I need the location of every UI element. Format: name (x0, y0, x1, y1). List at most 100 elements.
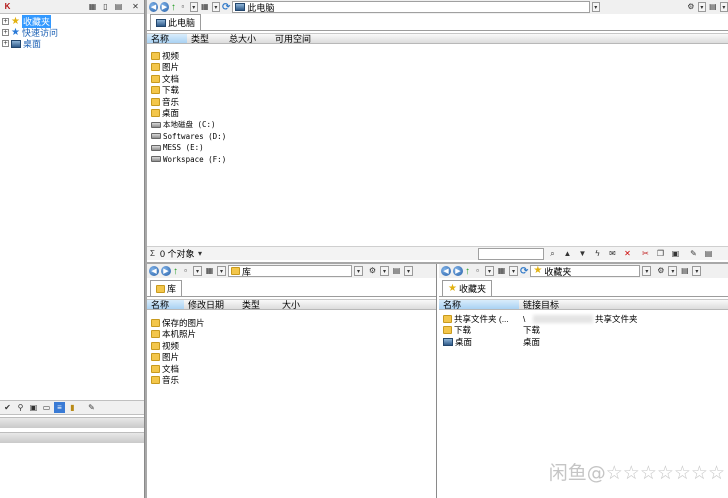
layout-icon[interactable]: ▤ (679, 266, 690, 277)
list-item[interactable]: Workspace (F:) (151, 154, 226, 166)
chevron-down-icon[interactable]: ▾ (380, 266, 389, 276)
address-dropdown[interactable]: ▾ (354, 266, 363, 276)
forward-icon[interactable]: ▶ (161, 266, 171, 276)
folder-history-icon[interactable]: ▫ (178, 2, 188, 13)
chevron-down-icon[interactable]: ▾ (217, 266, 226, 276)
chevron-down-icon[interactable]: ▾ (193, 266, 202, 276)
filter-input[interactable] (478, 248, 544, 260)
expand-icon[interactable]: + (2, 18, 9, 25)
column-name[interactable]: 名称 (147, 300, 184, 310)
column-link-target[interactable]: 链接目标 (519, 298, 599, 311)
chevron-down-icon[interactable]: ▾ (485, 266, 494, 276)
chevron-down-icon[interactable]: ▾ (697, 2, 706, 12)
column-type[interactable]: 类型 (187, 32, 225, 45)
chevron-down-icon[interactable]: ▾ (404, 266, 413, 276)
filter-icon[interactable]: ⚙ (686, 2, 696, 13)
list-item[interactable]: 本地磁盘 (C:) (151, 119, 226, 131)
chevron-down-icon[interactable]: ▾ (211, 2, 220, 12)
delete-icon[interactable]: ✕ (622, 248, 633, 259)
list-item[interactable]: 桌面 (151, 108, 226, 120)
list-item[interactable]: 下载 下载 (443, 325, 723, 337)
refresh-icon[interactable]: ⟳ (222, 2, 230, 13)
arrow-down-icon[interactable]: ▼ (577, 248, 588, 259)
layout-icon[interactable]: ▤ (708, 2, 718, 13)
vertical-splitter[interactable] (145, 0, 147, 498)
arrow-up-icon[interactable]: ▲ (562, 248, 573, 259)
view-mode-icon[interactable]: ▦ (204, 266, 215, 277)
mail-icon[interactable]: ✉ (607, 248, 618, 259)
chevron-down-icon[interactable]: ▾ (668, 266, 678, 276)
list-item[interactable]: 图片 (151, 62, 226, 74)
view-mode-icon[interactable]: ▦ (496, 266, 507, 277)
new-file-icon[interactable]: ▯ (100, 1, 111, 12)
close-icon[interactable]: ✕ (130, 1, 141, 12)
paste-icon[interactable]: ▣ (670, 248, 681, 259)
column-name[interactable]: 名称 (439, 300, 519, 310)
list-view-icon[interactable]: ≡ (54, 402, 65, 413)
address-bar[interactable]: 此电脑 (232, 1, 590, 13)
filter-icon[interactable]: ⚙ (367, 266, 378, 277)
chevron-down-icon[interactable]: ▾ (189, 2, 198, 12)
list-item[interactable]: Softwares (D:) (151, 131, 226, 143)
lightning-icon[interactable]: ϟ (592, 248, 603, 259)
list-item[interactable]: 音乐 (151, 96, 226, 108)
layout-icon[interactable]: ▤ (391, 266, 402, 277)
up-icon[interactable]: ↑ (465, 266, 470, 277)
tab-this-pc[interactable]: 此电脑 (150, 14, 202, 30)
cut-icon[interactable]: ✂ (640, 248, 651, 259)
copy-icon[interactable]: ❐ (655, 248, 666, 259)
list-item[interactable]: 视频 (151, 50, 226, 62)
list-item[interactable]: 桌面 桌面 (443, 336, 723, 348)
list-item[interactable]: 下载 (151, 85, 226, 97)
column-free-space[interactable]: 可用空间 (271, 32, 321, 45)
filter-icon[interactable]: ⚙ (655, 266, 666, 277)
chevron-down-icon[interactable]: ▾ (692, 266, 702, 276)
search-icon[interactable]: ⚲ (15, 402, 26, 413)
tab-library[interactable]: 库 (150, 280, 183, 296)
check-icon[interactable]: ✔ (2, 402, 13, 413)
menu-icon[interactable]: ▤ (703, 248, 714, 259)
forward-icon[interactable]: ▶ (453, 266, 463, 276)
tab-favorites[interactable]: ★ 收藏夹 (442, 280, 492, 296)
list-item[interactable]: 保存的图片 (151, 317, 205, 329)
tools-icon[interactable]: ✎ (86, 402, 97, 413)
list-item[interactable]: 共享文件夹 (... \ 共享文件夹 (443, 313, 723, 325)
grid-view-icon[interactable]: ▦ (87, 1, 98, 12)
column-size[interactable]: 大小 (278, 298, 318, 311)
properties-icon[interactable]: ▤ (113, 1, 124, 12)
up-icon[interactable]: ↑ (173, 266, 178, 277)
screen-icon[interactable]: ▭ (41, 402, 52, 413)
back-icon[interactable]: ◀ (149, 2, 158, 12)
address-dropdown[interactable]: ▾ (642, 266, 652, 276)
rename-icon[interactable]: ✎ (688, 248, 699, 259)
app-logo-icon[interactable]: K (2, 1, 13, 12)
refresh-icon[interactable]: ⟳ (520, 266, 528, 277)
folder-history-icon[interactable]: ▫ (472, 266, 483, 277)
column-name[interactable]: 名称 (147, 34, 187, 44)
folder-history-icon[interactable]: ▫ (180, 266, 191, 277)
save-icon[interactable]: ▣ (28, 402, 39, 413)
binoculars-icon[interactable]: ⌕ (547, 248, 558, 259)
forward-icon[interactable]: ▶ (159, 2, 169, 12)
list-item[interactable]: 音乐 (151, 375, 205, 387)
list-item[interactable]: 图片 (151, 352, 205, 364)
column-type[interactable]: 类型 (238, 298, 278, 311)
column-modified[interactable]: 修改日期 (184, 298, 238, 311)
back-icon[interactable]: ◀ (149, 266, 159, 276)
list-item[interactable]: MESS (E:) (151, 142, 226, 154)
up-icon[interactable]: ↑ (171, 2, 176, 13)
list-item[interactable]: 文档 (151, 73, 226, 85)
address-bar[interactable]: 库 (228, 265, 352, 277)
list-item[interactable]: 视频 (151, 340, 205, 352)
expand-icon[interactable]: + (2, 29, 9, 36)
list-item[interactable]: 文档 (151, 363, 205, 375)
bookmark-icon[interactable]: ▮ (67, 402, 78, 413)
address-bar[interactable]: ★ 收藏夹 (530, 265, 641, 277)
list-item[interactable]: 本机照片 (151, 329, 205, 341)
expand-icon[interactable]: + (2, 40, 9, 47)
back-icon[interactable]: ◀ (441, 266, 451, 276)
view-mode-icon[interactable]: ▦ (200, 2, 210, 13)
column-total-size[interactable]: 总大小 (225, 32, 271, 45)
chevron-down-icon[interactable]: ▾ (509, 266, 518, 276)
chevron-down-icon[interactable]: ▾ (195, 248, 206, 259)
